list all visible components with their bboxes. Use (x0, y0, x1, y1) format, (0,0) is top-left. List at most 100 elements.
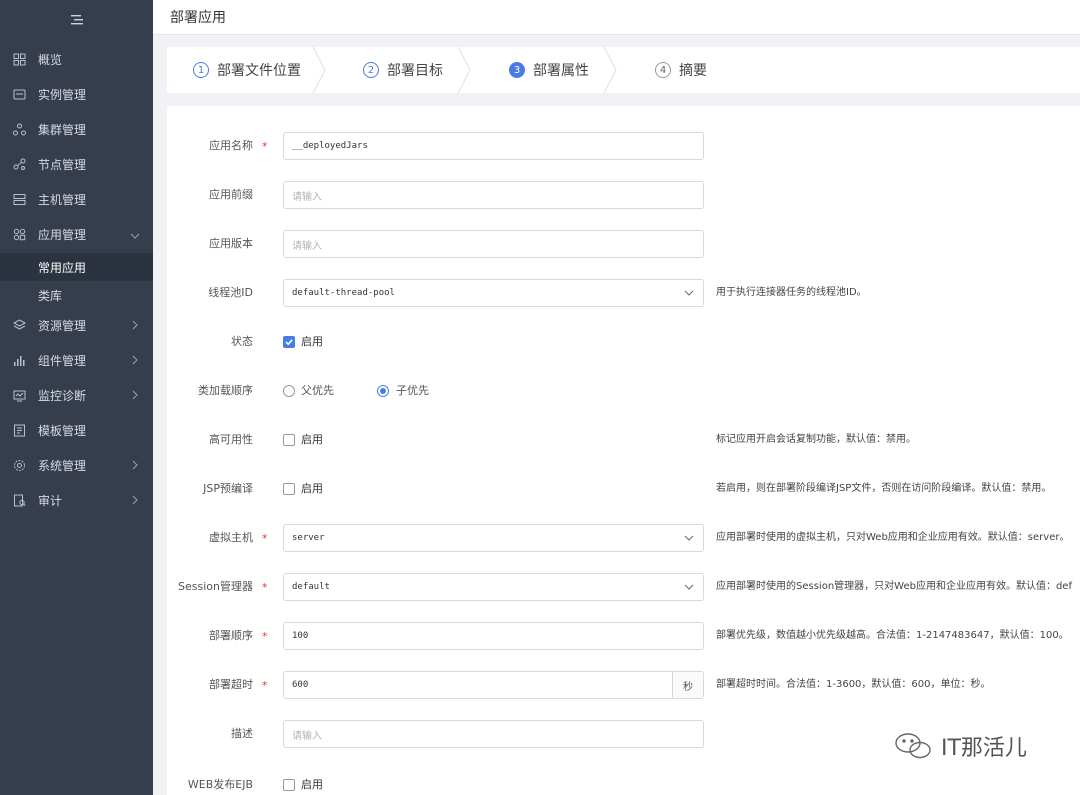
step-label: 部署目标 (387, 63, 443, 79)
audit-icon (12, 494, 26, 508)
app-version-input[interactable]: 请输入 (283, 230, 704, 258)
sidebar-item-resources[interactable]: 资源管理 (0, 308, 153, 343)
sidebar-item-components[interactable]: 组件管理 (0, 343, 153, 378)
sidebar-item-nodes[interactable]: 节点管理 (0, 147, 153, 182)
app-name-input[interactable]: __deployedJars (283, 132, 704, 160)
instance-icon (12, 88, 26, 102)
deploy-timeout-input[interactable]: 600 秒 (283, 671, 704, 699)
sidebar-item-label: 资源管理 (38, 319, 87, 333)
status-checkbox[interactable] (283, 336, 295, 348)
sidebar-item-label: 集群管理 (38, 123, 87, 137)
overview-icon (12, 53, 26, 67)
input-placeholder: 请输入 (292, 730, 322, 742)
checkbox-label: 启用 (301, 433, 323, 446)
sidebar-item-audit[interactable]: 审计 (0, 483, 153, 518)
step-properties[interactable]: 3 部署属性 (509, 47, 589, 93)
chevron-down-icon (684, 290, 694, 296)
web-ejb-checkbox[interactable] (283, 779, 295, 791)
field-label: 线程池ID (208, 286, 253, 299)
required-mark: * (262, 630, 268, 643)
step-target[interactable]: 2 部署目标 (363, 47, 443, 93)
virtual-host-select[interactable]: server (283, 524, 704, 552)
form-row-thread-pool: 线程池ID default-thread-pool 用于执行连接器任务的线程池I… (167, 278, 1080, 308)
chevron-right-icon (125, 354, 145, 368)
step-label: 摘要 (679, 63, 707, 79)
wechat-icon (895, 733, 931, 759)
form-row-vhost: 虚拟主机 * server 应用部署时使用的虚拟主机，只对Web应用和企业应用有… (167, 523, 1080, 553)
required-mark: * (262, 581, 268, 594)
chevron-right-icon (125, 459, 145, 473)
cluster-icon (12, 123, 26, 137)
main-content: 部署应用 1 部署文件位置 2 部署目标 3 部署属性 4 摘要 应用名称 * … (153, 0, 1080, 795)
description-input[interactable]: 请输入 (283, 720, 704, 748)
sidebar-item-monitoring[interactable]: 监控诊断 (0, 378, 153, 413)
deploy-order-input[interactable]: 100 (283, 622, 704, 650)
step-number: 2 (363, 62, 379, 78)
form-row-status: 状态 启用 (167, 327, 1080, 357)
app-icon (12, 228, 26, 242)
field-label: 部署超时 (209, 678, 253, 691)
form-row-order: 部署顺序 * 100 部署优先级，数值越小优先级越高。合法值：1-2147483… (167, 621, 1080, 651)
unit-suffix: 秒 (672, 672, 703, 698)
chevron-right-icon (125, 319, 145, 333)
field-label: 部署顺序 (209, 629, 253, 642)
session-manager-select[interactable]: default (283, 573, 704, 601)
watermark-text: IT那活儿 (941, 736, 1027, 761)
input-value: __deployedJars (292, 141, 368, 151)
step-number: 1 (193, 62, 209, 78)
step-file-location[interactable]: 1 部署文件位置 (193, 47, 301, 93)
monitor-icon (12, 389, 26, 403)
select-value: default (292, 582, 330, 592)
step-summary[interactable]: 4 摘要 (655, 47, 707, 93)
submenu-item-libraries[interactable]: 类库 (0, 281, 153, 309)
field-help: 标记应用开启会话复制功能，默认值：禁用。 (716, 434, 916, 445)
input-placeholder: 请输入 (292, 191, 322, 203)
field-label: 高可用性 (209, 433, 253, 446)
checkbox-label: 启用 (301, 778, 323, 791)
settings-icon (12, 459, 26, 473)
app-prefix-input[interactable]: 请输入 (283, 181, 704, 209)
sidebar-item-label: 审计 (38, 494, 63, 508)
sidebar-item-hosts[interactable]: 主机管理 (0, 182, 153, 217)
step-number: 4 (655, 62, 671, 78)
watermark: IT那活儿 (893, 726, 1027, 766)
thread-pool-select[interactable]: default-thread-pool (283, 279, 704, 307)
node-icon (12, 158, 26, 172)
field-help: 应用部署时使用的虚拟主机，只对Web应用和企业应用有效。默认值：server。 (716, 532, 1070, 543)
sidebar-item-templates[interactable]: 模板管理 (0, 413, 153, 448)
field-help: 部署超时时间。合法值：1-3600，默认值：600，单位：秒。 (716, 679, 991, 690)
sidebar: 概览 实例管理 集群管理 节点管理 主机管理 应用管理 常用应用 类库 资源管理… (0, 0, 153, 795)
step-separator (312, 47, 326, 93)
parent-first-radio[interactable] (283, 385, 295, 397)
field-help: 用于执行连接器任务的线程池ID。 (716, 287, 867, 298)
step-label: 部署文件位置 (217, 63, 301, 79)
steps-bar: 1 部署文件位置 2 部署目标 3 部署属性 4 摘要 (167, 47, 1080, 93)
template-icon (12, 424, 26, 438)
radio-label: 子优先 (396, 384, 429, 397)
input-value: 600 (292, 680, 309, 690)
submenu-item-common-apps[interactable]: 常用应用 (0, 253, 153, 281)
field-label: 虚拟主机 (209, 531, 253, 544)
ha-checkbox[interactable] (283, 434, 295, 446)
required-mark: * (262, 679, 268, 692)
sidebar-item-clusters[interactable]: 集群管理 (0, 112, 153, 147)
submenu-item-label: 常用应用 (38, 260, 87, 275)
sidebar-item-overview[interactable]: 概览 (0, 42, 153, 77)
sidebar-item-instances[interactable]: 实例管理 (0, 77, 153, 112)
step-number: 3 (509, 62, 525, 78)
sidebar-item-system[interactable]: 系统管理 (0, 448, 153, 483)
radio-label: 父优先 (301, 384, 334, 397)
sidebar-item-label: 模板管理 (38, 424, 87, 438)
jsp-precompile-checkbox[interactable] (283, 483, 295, 495)
chevron-right-icon (125, 494, 145, 508)
sidebar-item-apps[interactable]: 应用管理 (0, 217, 153, 252)
resource-icon (12, 319, 26, 333)
field-label: 应用前缀 (209, 188, 253, 201)
field-help: 若启用，则在部署阶段编译JSP文件，否则在访问阶段编译。默认值：禁用。 (716, 483, 1052, 494)
step-separator (457, 47, 471, 93)
field-help: 应用部署时使用的Session管理器，只对Web应用和企业应用有效。默认值：de… (716, 581, 1072, 592)
menu-toggle-button[interactable] (0, 0, 153, 40)
checkbox-label: 启用 (301, 482, 323, 495)
component-icon (12, 354, 26, 368)
child-first-radio[interactable] (377, 385, 389, 397)
